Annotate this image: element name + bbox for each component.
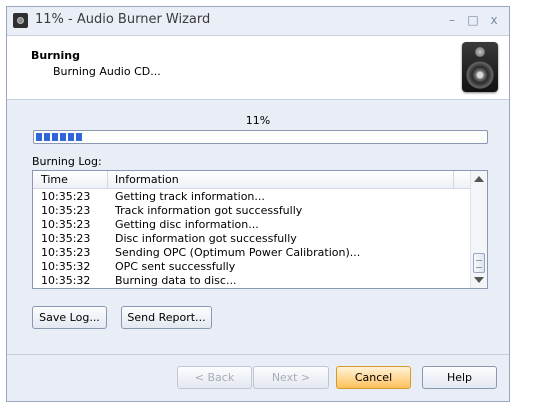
- speaker-icon: [462, 42, 498, 92]
- header-subtitle: Burning Audio CD...: [53, 65, 161, 78]
- log-row: 10:35:32 Burning data to disc...: [33, 274, 470, 288]
- cancel-button[interactable]: Cancel: [336, 366, 411, 389]
- close-button[interactable]: x: [485, 11, 503, 29]
- audio-burner-window: 11% - Audio Burner Wizard – □ x Burning …: [6, 6, 510, 402]
- log-row: 10:35:23 Track information got successful…: [33, 204, 470, 218]
- scroll-down-icon[interactable]: [474, 277, 484, 283]
- log-rows: 10:35:23 Getting track information... 10:…: [33, 190, 470, 288]
- log-info: Burning data to disc...: [115, 274, 237, 287]
- log-scrollbar[interactable]: [470, 171, 487, 288]
- log-time: 10:35:23: [41, 204, 91, 217]
- log-time: 10:35:23: [41, 246, 91, 259]
- log-info: Disc information got successfully: [115, 232, 297, 245]
- help-button[interactable]: Help: [422, 366, 497, 389]
- back-button[interactable]: < Back: [177, 366, 252, 389]
- log-time: 10:35:32: [41, 274, 91, 287]
- progress-percent: 11%: [245, 114, 271, 127]
- log-info: Getting disc information...: [115, 218, 259, 231]
- log-time: 10:35:23: [41, 232, 91, 245]
- log-info: Sending OPC (Optimum Power Calibration).…: [115, 246, 361, 259]
- log-header: Time Information: [33, 171, 470, 189]
- column-header-time[interactable]: Time: [33, 171, 108, 188]
- footer-divider: [7, 354, 509, 355]
- maximize-button[interactable]: □: [464, 11, 482, 29]
- burning-log-label: Burning Log:: [32, 155, 102, 168]
- log-info: OPC sent successfully: [115, 260, 236, 273]
- next-button[interactable]: Next >: [253, 366, 329, 389]
- log-time: 10:35:23: [41, 218, 91, 231]
- save-log-button[interactable]: Save Log...: [32, 306, 107, 329]
- speaker-app-icon: [13, 13, 28, 28]
- column-header-information[interactable]: Information: [109, 171, 454, 188]
- log-row: 10:35:23 Sending OPC (Optimum Power Calib…: [33, 246, 470, 260]
- log-time: 10:35:23: [41, 190, 91, 203]
- window-title: 11% - Audio Burner Wizard: [35, 12, 211, 27]
- progress-bar: [33, 130, 488, 144]
- log-info: Track information got successfully: [115, 204, 303, 217]
- log-row: 10:35:23 Disc information got successfull…: [33, 232, 470, 246]
- log-info: Getting track information...: [115, 190, 265, 203]
- title-bar: 11% - Audio Burner Wizard – □ x: [7, 7, 509, 36]
- minimize-button[interactable]: –: [443, 11, 461, 29]
- scroll-up-icon[interactable]: [474, 176, 484, 182]
- log-row: 10:35:23 Getting track information...: [33, 190, 470, 204]
- log-time: 10:35:32: [41, 260, 91, 273]
- log-row: 10:35:32 OPC sent successfully: [33, 260, 470, 274]
- header-title: Burning: [31, 49, 80, 62]
- scroll-thumb[interactable]: [473, 253, 485, 273]
- send-report-button[interactable]: Send Report...: [121, 306, 212, 329]
- burning-log-list: Time Information 10:35:23 Getting track i…: [32, 170, 488, 289]
- log-row: 10:35:23 Getting disc information...: [33, 218, 470, 232]
- wizard-header: Burning Burning Audio CD...: [7, 36, 509, 100]
- progress-fill: [36, 133, 84, 141]
